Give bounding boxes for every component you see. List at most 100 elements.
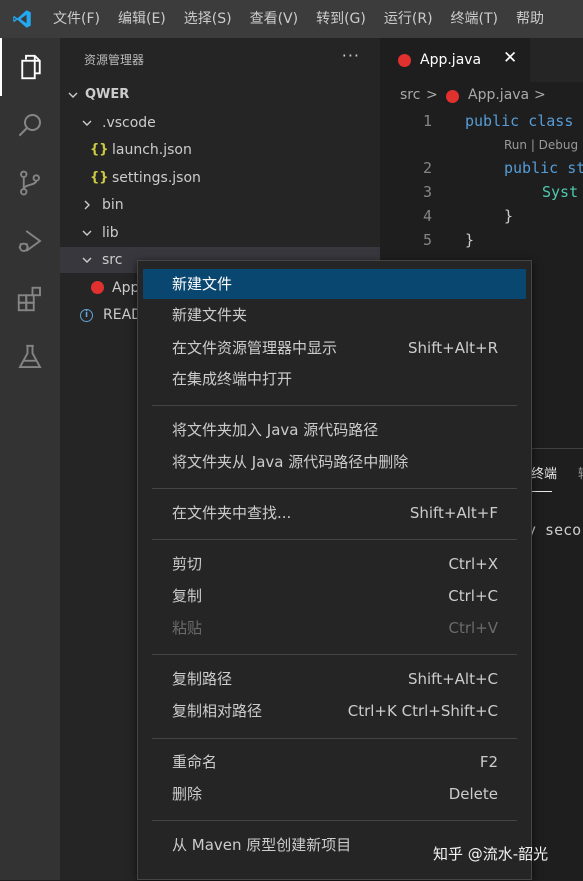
tree-item-label: .vscode bbox=[102, 115, 156, 131]
menu-item-label: 在文件夹中查找... bbox=[172, 504, 292, 522]
extensions-icon[interactable] bbox=[0, 270, 60, 328]
java-file-icon bbox=[446, 90, 459, 103]
line-number: 4 bbox=[422, 207, 432, 225]
menu-item-new-folder[interactable]: 新建文件夹 bbox=[143, 300, 526, 330]
menu-view[interactable]: 查看(V) bbox=[241, 0, 308, 38]
menu-item-label: 剪切 bbox=[172, 555, 203, 573]
code-line: } bbox=[504, 207, 514, 225]
menu-item-shortcut: F2 bbox=[479, 753, 498, 771]
sidebar-title: 资源管理器 bbox=[84, 53, 145, 67]
tree-item-bin[interactable]: bin bbox=[60, 192, 380, 218]
menu-item-label: 将文件夹加入 Java 源代码路径 bbox=[172, 421, 379, 439]
tab-app-java[interactable]: App.java ✕ bbox=[380, 38, 530, 82]
menu-item-copy[interactable]: 复制 Ctrl+C bbox=[143, 581, 526, 611]
menu-item-open-in-terminal[interactable]: 在集成终端中打开 bbox=[143, 364, 526, 394]
activity-bar bbox=[0, 38, 60, 880]
editor-tab-bar: App.java ✕ bbox=[380, 38, 583, 82]
java-file-icon bbox=[91, 281, 104, 294]
breadcrumb-src[interactable]: src bbox=[400, 87, 420, 103]
close-icon[interactable]: ✕ bbox=[503, 48, 517, 68]
menu-run[interactable]: 运行(R) bbox=[375, 0, 442, 38]
menu-edit[interactable]: 编辑(E) bbox=[109, 0, 175, 38]
menu-item-shortcut: Ctrl+K Ctrl+Shift+C bbox=[347, 702, 498, 720]
menu-item-remove-java-source-path[interactable]: 将文件夹从 Java 源代码路径中删除 bbox=[143, 447, 526, 477]
menu-item-rename[interactable]: 重命名 F2 bbox=[143, 747, 526, 777]
menu-separator bbox=[152, 539, 517, 540]
menu-file[interactable]: 文件(F) bbox=[44, 0, 109, 38]
search-icon[interactable] bbox=[0, 96, 60, 154]
testing-icon[interactable] bbox=[0, 328, 60, 386]
info-icon: i bbox=[80, 309, 93, 322]
tree-item-settings-json[interactable]: {} settings.json bbox=[60, 165, 380, 191]
menu-item-copy-path[interactable]: 复制路径 Shift+Alt+C bbox=[143, 664, 526, 694]
menu-item-label: 新建文件 bbox=[172, 275, 233, 293]
breadcrumb-file[interactable]: App.java bbox=[468, 87, 529, 103]
run-debug-icon[interactable] bbox=[0, 212, 60, 270]
context-menu: 新建文件 新建文件夹 在文件资源管理器中显示 Shift+Alt+R 在集成终端… bbox=[137, 260, 532, 880]
menu-item-cut[interactable]: 剪切 Ctrl+X bbox=[143, 549, 526, 579]
menu-item-copy-relative-path[interactable]: 复制相对路径 Ctrl+K Ctrl+Shift+C bbox=[143, 696, 526, 726]
explorer-icon[interactable] bbox=[0, 38, 60, 96]
code-line: public class bbox=[465, 112, 574, 130]
tree-item-launch-json[interactable]: {} launch.json bbox=[60, 137, 380, 163]
menu-item-label: 在文件资源管理器中显示 bbox=[172, 339, 338, 357]
code-line: } bbox=[465, 231, 475, 249]
vscode-logo-icon[interactable] bbox=[0, 0, 44, 38]
menu-selection[interactable]: 选择(S) bbox=[175, 0, 241, 38]
tree-item-label: bin bbox=[102, 197, 124, 213]
tab-terminal[interactable]: 终端 bbox=[531, 463, 557, 482]
menu-item-delete[interactable]: 删除 Delete bbox=[143, 779, 526, 809]
tree-item-label: launch.json bbox=[112, 142, 192, 158]
line-number: 2 bbox=[422, 159, 432, 177]
menu-item-reveal-in-explorer[interactable]: 在文件资源管理器中显示 Shift+Alt+R bbox=[143, 333, 526, 363]
menu-separator bbox=[152, 738, 517, 739]
code-lens-run-debug[interactable]: Run | Debug bbox=[504, 138, 578, 152]
menu-go[interactable]: 转到(G) bbox=[307, 0, 375, 38]
menu-item-label: 复制 bbox=[172, 587, 203, 605]
menu-item-label: 新建文件夹 bbox=[172, 306, 248, 324]
code-line: Syst bbox=[542, 183, 579, 201]
menu-item-label: 删除 bbox=[172, 785, 203, 803]
menu-item-find-in-folder[interactable]: 在文件夹中查找... Shift+Alt+F bbox=[143, 498, 526, 528]
chevron-down-icon bbox=[80, 220, 94, 246]
tree-item-label: src bbox=[102, 252, 123, 268]
line-number: 1 bbox=[422, 112, 432, 130]
menu-item-label: 复制路径 bbox=[172, 670, 233, 688]
chevron-right-icon bbox=[80, 192, 94, 218]
menu-item-label: 从 Maven 原型创建新项目 bbox=[172, 836, 352, 854]
menu-item-shortcut: Ctrl+X bbox=[448, 555, 498, 573]
tree-root-folder[interactable]: QWER bbox=[60, 82, 380, 108]
chevron-down-icon bbox=[80, 247, 94, 273]
menu-item-label: 粘贴 bbox=[172, 619, 203, 637]
tree-item-label: settings.json bbox=[112, 170, 201, 186]
menu-item-new-file[interactable]: 新建文件 bbox=[143, 269, 526, 299]
json-file-icon: {} bbox=[90, 142, 109, 157]
menu-item-shortcut: Shift+Alt+R bbox=[408, 339, 498, 357]
menu-terminal[interactable]: 终端(T) bbox=[442, 0, 507, 38]
menu-item-shortcut: Shift+Alt+F bbox=[409, 504, 498, 522]
breadcrumb-separator: > bbox=[426, 87, 438, 103]
menu-item-paste: 粘贴 Ctrl+V bbox=[143, 613, 526, 643]
menu-item-shortcut: Ctrl+V bbox=[448, 619, 498, 637]
menu-item-shortcut: Ctrl+C bbox=[448, 587, 498, 605]
menu-item-add-java-source-path[interactable]: 将文件夹加入 Java 源代码路径 bbox=[143, 415, 526, 445]
menu-separator bbox=[152, 820, 517, 821]
breadcrumb-separator: > bbox=[534, 87, 546, 103]
line-number: 3 bbox=[422, 183, 432, 201]
menu-separator bbox=[152, 654, 517, 655]
breadcrumb: src > App.java > bbox=[380, 82, 583, 108]
menu-item-label: 复制相对路径 bbox=[172, 702, 263, 720]
tree-item-lib[interactable]: lib bbox=[60, 220, 380, 246]
json-file-icon: {} bbox=[90, 170, 109, 185]
line-number: 5 bbox=[422, 231, 432, 249]
tab-output[interactable]: 输 bbox=[578, 463, 583, 482]
source-control-icon[interactable] bbox=[0, 154, 60, 212]
more-actions-icon[interactable]: ··· bbox=[342, 46, 360, 65]
chevron-down-icon bbox=[80, 110, 94, 136]
menu-separator bbox=[152, 488, 517, 489]
menu-item-shortcut: Shift+Alt+C bbox=[407, 670, 498, 688]
java-file-icon bbox=[398, 54, 411, 67]
menu-help[interactable]: 帮助 bbox=[507, 0, 553, 38]
title-bar: 文件(F) 编辑(E) 选择(S) 查看(V) 转到(G) 运行(R) 终端(T… bbox=[0, 0, 583, 38]
tree-item-vscode[interactable]: .vscode bbox=[60, 110, 380, 136]
